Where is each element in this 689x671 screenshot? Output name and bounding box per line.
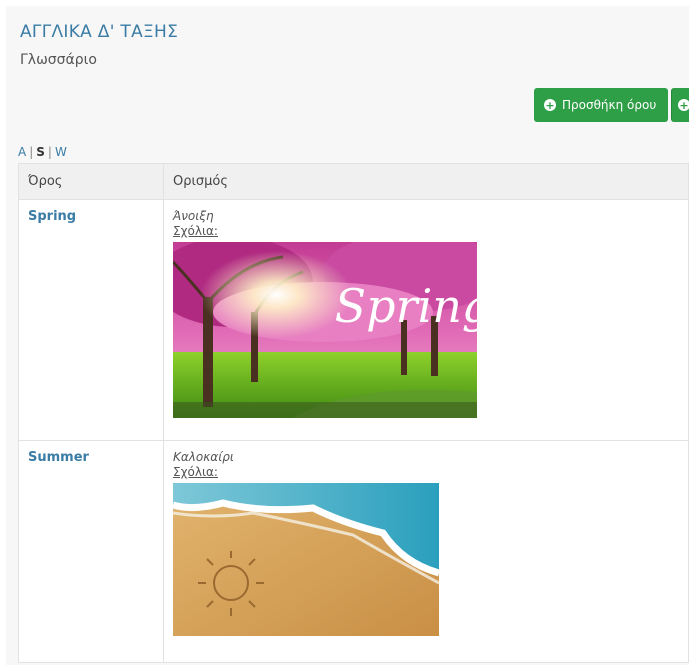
plus-circle-icon: + bbox=[544, 98, 556, 112]
plus-circle-icon: + bbox=[678, 98, 689, 112]
column-header-term: Όρος bbox=[18, 163, 164, 200]
definition-text: Καλοκαίρι bbox=[173, 450, 234, 464]
secondary-add-button[interactable]: + bbox=[671, 88, 689, 122]
letter-link-w[interactable]: W bbox=[55, 145, 67, 159]
term-cell: Summer bbox=[18, 440, 164, 663]
course-title: ΑΓΓΛΙΚΑ Δ' ΤΑΞΗΣ bbox=[20, 22, 179, 42]
page-title: Γλωσσάριο bbox=[20, 52, 97, 68]
definition-text: Άνοιξη bbox=[173, 209, 214, 223]
spring-image: Spring bbox=[173, 242, 477, 418]
summer-image bbox=[173, 483, 439, 636]
definition-cell: Καλοκαίρι Σχόλια: bbox=[163, 440, 689, 663]
definition-cell: Άνοιξη Σχόλια: Spring bbox=[163, 199, 689, 441]
glossary-table: Όρος Ορισμός Spring Άνοιξη Σχόλια: Sprin… bbox=[18, 163, 689, 663]
comments-label: Σχόλια: bbox=[173, 465, 218, 479]
letter-separator: | bbox=[47, 145, 52, 159]
column-header-definition: Ορισμός bbox=[163, 163, 689, 200]
add-term-button[interactable]: + Προσθήκη όρου bbox=[534, 88, 668, 122]
letter-current-s: S bbox=[36, 145, 45, 159]
comments-label: Σχόλια: bbox=[173, 224, 218, 238]
page: ΑΓΓΛΙΚΑ Δ' ΤΑΞΗΣ Γλωσσάριο + Προσθήκη όρ… bbox=[0, 0, 689, 671]
term-cell: Spring bbox=[18, 199, 164, 441]
add-term-label: Προσθήκη όρου bbox=[562, 98, 657, 112]
table-row: Summer Καλοκαίρι Σχόλια: bbox=[18, 440, 689, 663]
letter-link-a[interactable]: A bbox=[18, 145, 26, 159]
letter-separator: | bbox=[29, 145, 34, 159]
spring-overlay-text: Spring bbox=[335, 279, 477, 333]
table-header-row: Όρος Ορισμός bbox=[18, 163, 689, 200]
letter-index: A | S | W bbox=[18, 145, 67, 159]
table-row: Spring Άνοιξη Σχόλια: Spring bbox=[18, 199, 689, 441]
